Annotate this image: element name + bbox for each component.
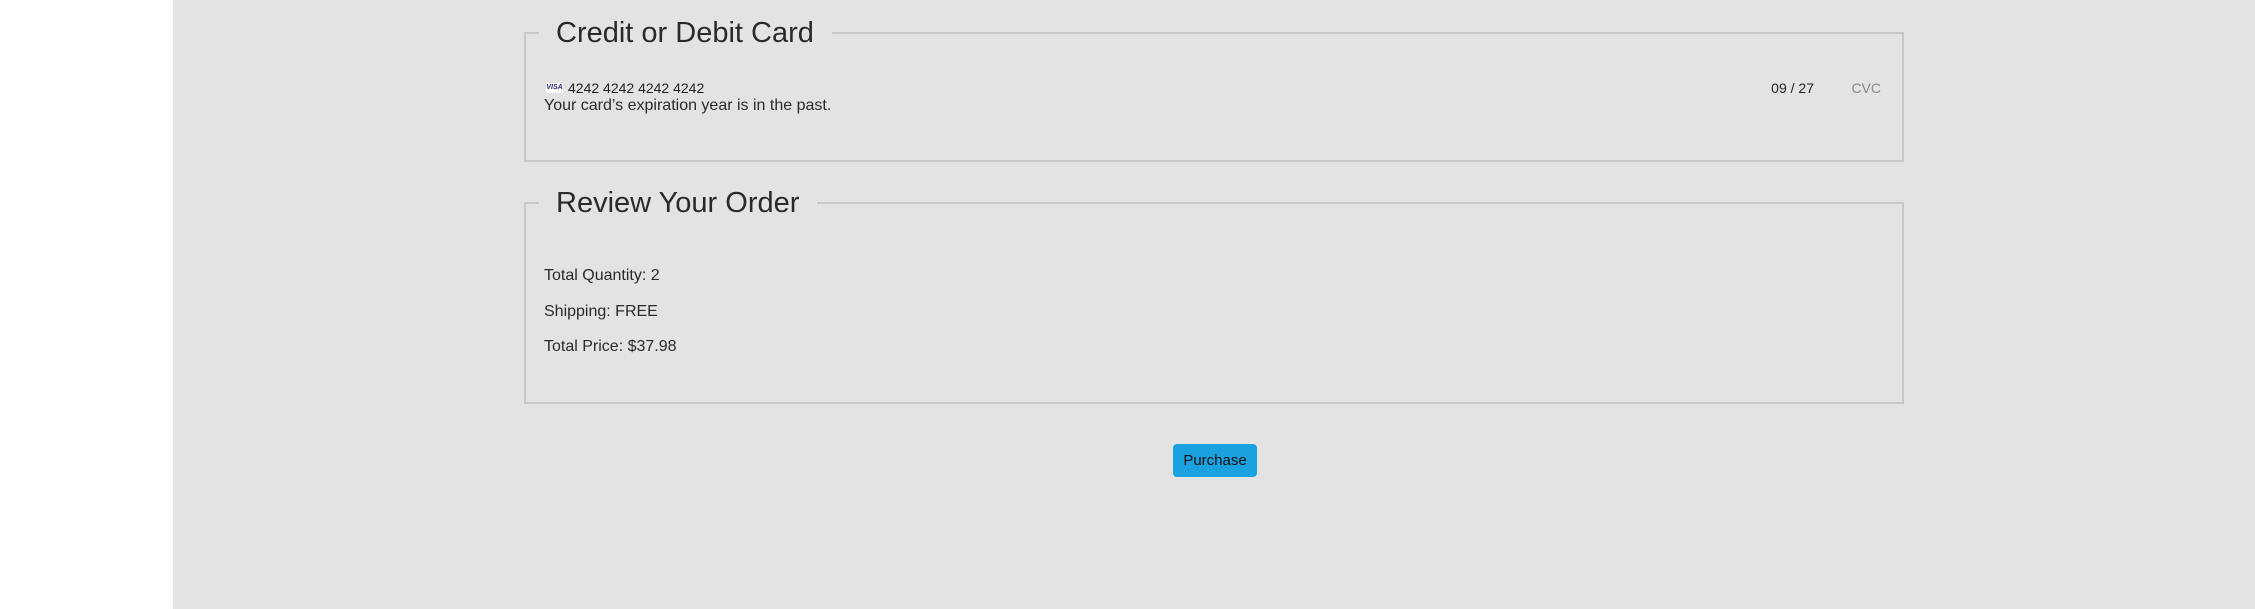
card-expiry-input[interactable]: 09 / 27: [1771, 79, 1814, 97]
card-cvc-input[interactable]: CVC: [1851, 79, 1881, 97]
total-price: Total Price: $37.98: [544, 338, 677, 355]
main-content: Credit or Debit Card VISA 4242 4242 4242…: [173, 0, 2255, 609]
left-margin: [0, 0, 173, 609]
card-number-input[interactable]: 4242 4242 4242 4242: [568, 79, 704, 97]
purchase-button[interactable]: Purchase: [1173, 444, 1257, 477]
card-section-title: Credit or Debit Card: [556, 17, 814, 49]
visa-icon: VISA: [546, 83, 563, 93]
order-section-title: Review Your Order: [556, 187, 800, 219]
shipping-cost: Shipping: FREE: [544, 303, 658, 320]
order-review-fieldset: Review Your Order Total Quantity: 2 Ship…: [524, 186, 1904, 404]
total-quantity: Total Quantity: 2: [544, 267, 660, 284]
card-fieldset: Credit or Debit Card VISA 4242 4242 4242…: [524, 16, 1904, 162]
card-error-message: Your card’s expiration year is in the pa…: [544, 97, 832, 114]
checkout-page: Credit or Debit Card VISA 4242 4242 4242…: [0, 0, 2255, 609]
